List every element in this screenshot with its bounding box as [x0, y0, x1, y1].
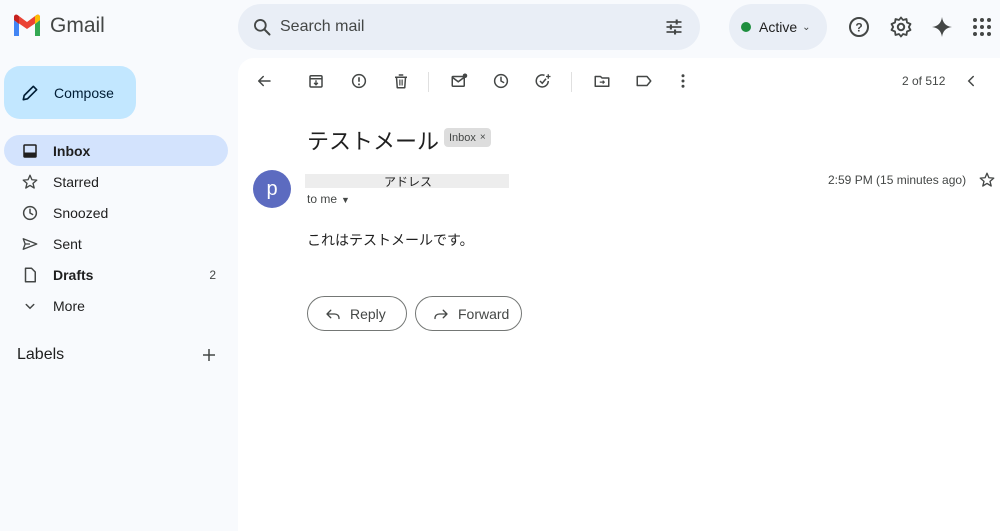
forward-icon	[434, 309, 448, 319]
sidebar-item-label: Inbox	[53, 142, 91, 159]
sidebar-nav: Inbox Starred Snoozed Sent Drafts 2 More	[4, 135, 228, 321]
star-icon[interactable]	[978, 171, 996, 189]
star-icon	[22, 174, 38, 189]
forward-button[interactable]: Forward	[415, 296, 522, 331]
gemini-icon[interactable]	[930, 15, 954, 39]
more-vert-icon[interactable]	[674, 72, 692, 90]
sidebar-item-label: Drafts	[53, 266, 94, 283]
draft-icon	[24, 267, 36, 282]
compose-label: Compose	[54, 84, 114, 101]
report-spam-icon[interactable]	[350, 72, 368, 90]
sender-name[interactable]: アドレス	[384, 173, 432, 190]
sidebar-item-sent[interactable]: Sent	[4, 228, 228, 259]
sidebar-item-more[interactable]: More	[4, 290, 228, 321]
archive-icon[interactable]	[307, 72, 325, 90]
chip-label: Inbox	[449, 131, 476, 144]
pager-count: 2 of 512	[902, 74, 946, 88]
mark-unread-icon[interactable]	[450, 72, 468, 90]
status-selector[interactable]: Active ⌄	[729, 4, 827, 50]
add-label-icon[interactable]	[200, 346, 218, 364]
toolbar-divider	[428, 72, 429, 92]
compose-button[interactable]: Compose	[4, 66, 136, 119]
sidebar-item-label: Sent	[53, 235, 82, 252]
forward-label: Forward	[458, 305, 510, 322]
add-task-icon[interactable]	[534, 72, 552, 90]
close-icon[interactable]: ×	[480, 132, 486, 143]
recipient-label: to me	[307, 192, 338, 206]
message-body: これはテストメールです。	[307, 232, 474, 248]
move-to-icon[interactable]	[593, 72, 611, 90]
reply-icon	[326, 309, 340, 319]
chevron-down-icon	[25, 303, 35, 309]
pencil-icon	[22, 85, 38, 100]
message-pane: 2 of 512 テストメール Inbox × p アドレス to me ▼ 2:…	[238, 58, 1000, 531]
search-icon[interactable]	[252, 17, 272, 37]
drafts-count: 2	[209, 267, 216, 282]
status-label: Active	[759, 19, 798, 35]
chevron-down-icon: ⌄	[802, 21, 811, 33]
send-icon	[22, 237, 38, 250]
sidebar-item-drafts[interactable]: Drafts 2	[4, 259, 228, 290]
reply-button[interactable]: Reply	[307, 296, 407, 331]
reply-label: Reply	[350, 305, 386, 322]
avatar[interactable]: p	[253, 170, 291, 208]
top-bar: Gmail Search mail Active ⌄ ?	[0, 0, 1000, 56]
delete-icon[interactable]	[392, 72, 410, 90]
caret-down-icon: ▼	[341, 195, 350, 205]
status-dot	[741, 22, 751, 32]
sidebar-item-starred[interactable]: Starred	[4, 166, 228, 197]
inbox-icon	[23, 143, 37, 158]
svg-text:?: ?	[855, 21, 862, 35]
back-icon[interactable]	[255, 72, 273, 90]
search-bar[interactable]: Search mail	[238, 4, 700, 50]
message-timestamp: 2:59 PM (15 minutes ago)	[828, 173, 967, 187]
app-name: Gmail	[50, 14, 105, 37]
recipient-details[interactable]: to me ▼	[307, 192, 350, 206]
clock-icon	[22, 205, 38, 220]
sidebar-item-label: Starred	[53, 173, 99, 190]
chevron-left-icon[interactable]	[962, 72, 980, 90]
labels-heading: Labels	[17, 346, 65, 363]
gmail-m-icon	[14, 14, 40, 36]
message-subject: テストメール	[307, 129, 440, 154]
sidebar-item-label: More	[53, 297, 85, 314]
snooze-icon[interactable]	[492, 72, 510, 90]
apps-icon[interactable]	[970, 15, 994, 39]
help-icon[interactable]: ?	[847, 15, 871, 39]
search-options-icon[interactable]	[664, 17, 684, 37]
settings-icon[interactable]	[889, 15, 913, 39]
gmail-logo[interactable]: Gmail	[12, 14, 105, 38]
sidebar-item-label: Snoozed	[53, 204, 109, 221]
label-icon[interactable]	[635, 72, 653, 90]
inbox-label-chip[interactable]: Inbox ×	[444, 128, 491, 147]
toolbar-divider	[571, 72, 572, 92]
search-input[interactable]: Search mail	[280, 18, 364, 36]
sidebar-item-snoozed[interactable]: Snoozed	[4, 197, 228, 228]
sidebar-item-inbox[interactable]: Inbox	[4, 135, 228, 166]
